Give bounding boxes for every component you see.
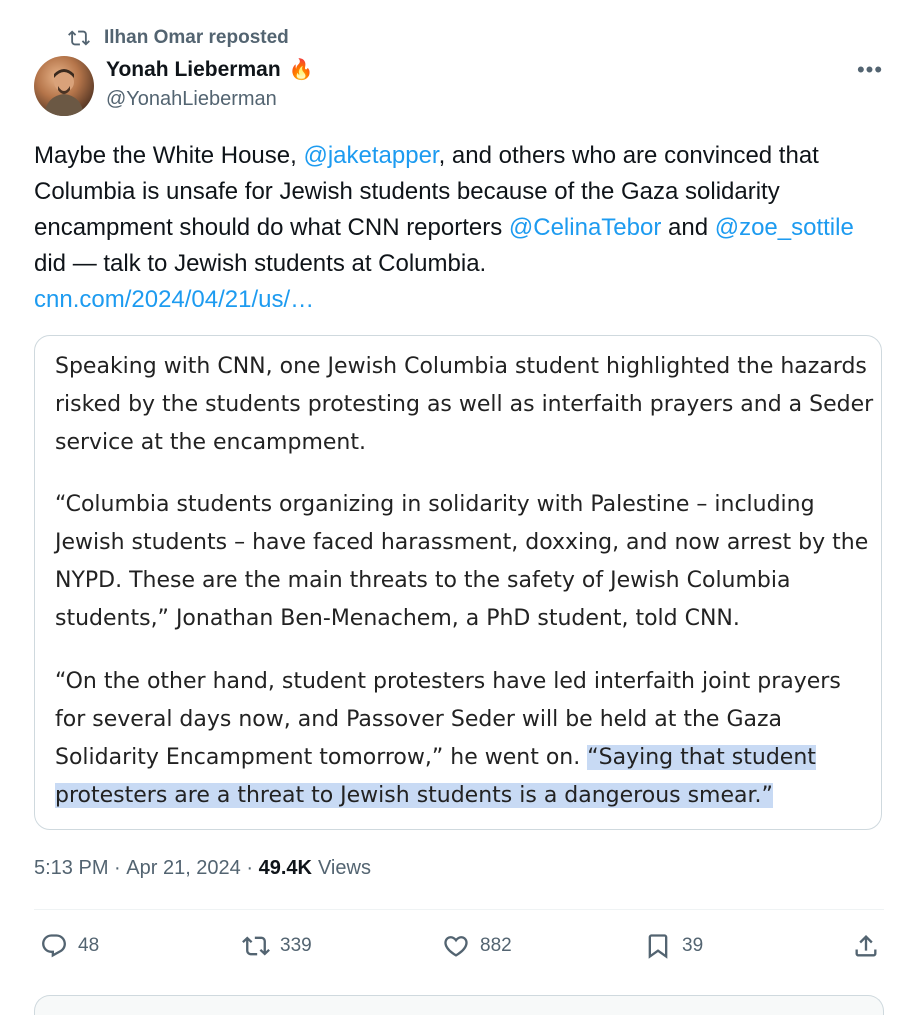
tweet-meta: 5:13 PM · Apr 21, 2024 · 49.4K Views (34, 857, 371, 880)
avatar[interactable] (34, 56, 94, 116)
quote-paragraph: “On the other hand, student protesters h… (55, 663, 875, 815)
mention-link[interactable]: @zoe_sottile (715, 214, 854, 241)
heart-icon (444, 936, 468, 957)
divider (34, 909, 884, 910)
meta-separator: · (240, 857, 259, 879)
repost-indicator[interactable]: Ilhan Omar reposted (68, 25, 289, 51)
repost-icon (242, 936, 270, 956)
reply-button[interactable]: 48 (40, 928, 99, 964)
author-name[interactable]: Yonah Lieberman (106, 58, 281, 82)
tweet-text-part: did — talk to Jewish students at Columbi… (34, 250, 487, 277)
tweet-time[interactable]: 5:13 PM (34, 857, 108, 880)
mention-link[interactable]: @jaketapper (303, 142, 438, 169)
like-button[interactable]: 882 (442, 928, 512, 964)
tweet-date[interactable]: Apr 21, 2024 (126, 857, 241, 880)
author-name-row[interactable]: Yonah Lieberman 🔥 (106, 57, 314, 82)
meta-separator: · (108, 857, 127, 879)
action-bar: 48 339 882 39 (34, 928, 884, 964)
quote-paragraph: “Columbia students organizing in solidar… (55, 492, 869, 631)
reply-count: 48 (78, 935, 100, 956)
author-handle[interactable]: @YonahLieberman (106, 88, 277, 111)
repost-icon (68, 30, 90, 46)
bookmark-count: 39 (682, 935, 704, 956)
reply-icon (42, 934, 66, 958)
tweet-text-part: Maybe the White House, (34, 142, 304, 169)
repost-label: Ilhan Omar reposted (104, 27, 289, 48)
repost-count: 339 (280, 935, 312, 956)
fire-icon: 🔥 (288, 59, 314, 81)
tweet-text: Maybe the White House, @jaketapper, and … (34, 138, 884, 318)
more-options-icon[interactable]: ••• (856, 59, 884, 81)
like-count: 882 (480, 935, 512, 956)
quote-paragraph: Speaking with CNN, one Jewish Columbia s… (55, 354, 874, 455)
views-label: Views (317, 857, 371, 879)
reply-composer-edge (34, 995, 884, 1015)
bookmark-icon (648, 934, 668, 959)
share-icon (855, 935, 877, 957)
mention-link[interactable]: @CelinaTebor (509, 214, 661, 241)
tweet-text-part: and (661, 214, 715, 241)
repost-button[interactable]: 339 (242, 928, 312, 964)
quoted-image-card[interactable]: Speaking with CNN, one Jewish Columbia s… (34, 335, 882, 830)
share-button[interactable] (852, 932, 880, 965)
bookmark-button[interactable]: 39 (644, 928, 703, 964)
article-link[interactable]: cnn.com/2024/04/21/us/… (34, 286, 314, 313)
views-count[interactable]: 49.4K (259, 857, 312, 880)
